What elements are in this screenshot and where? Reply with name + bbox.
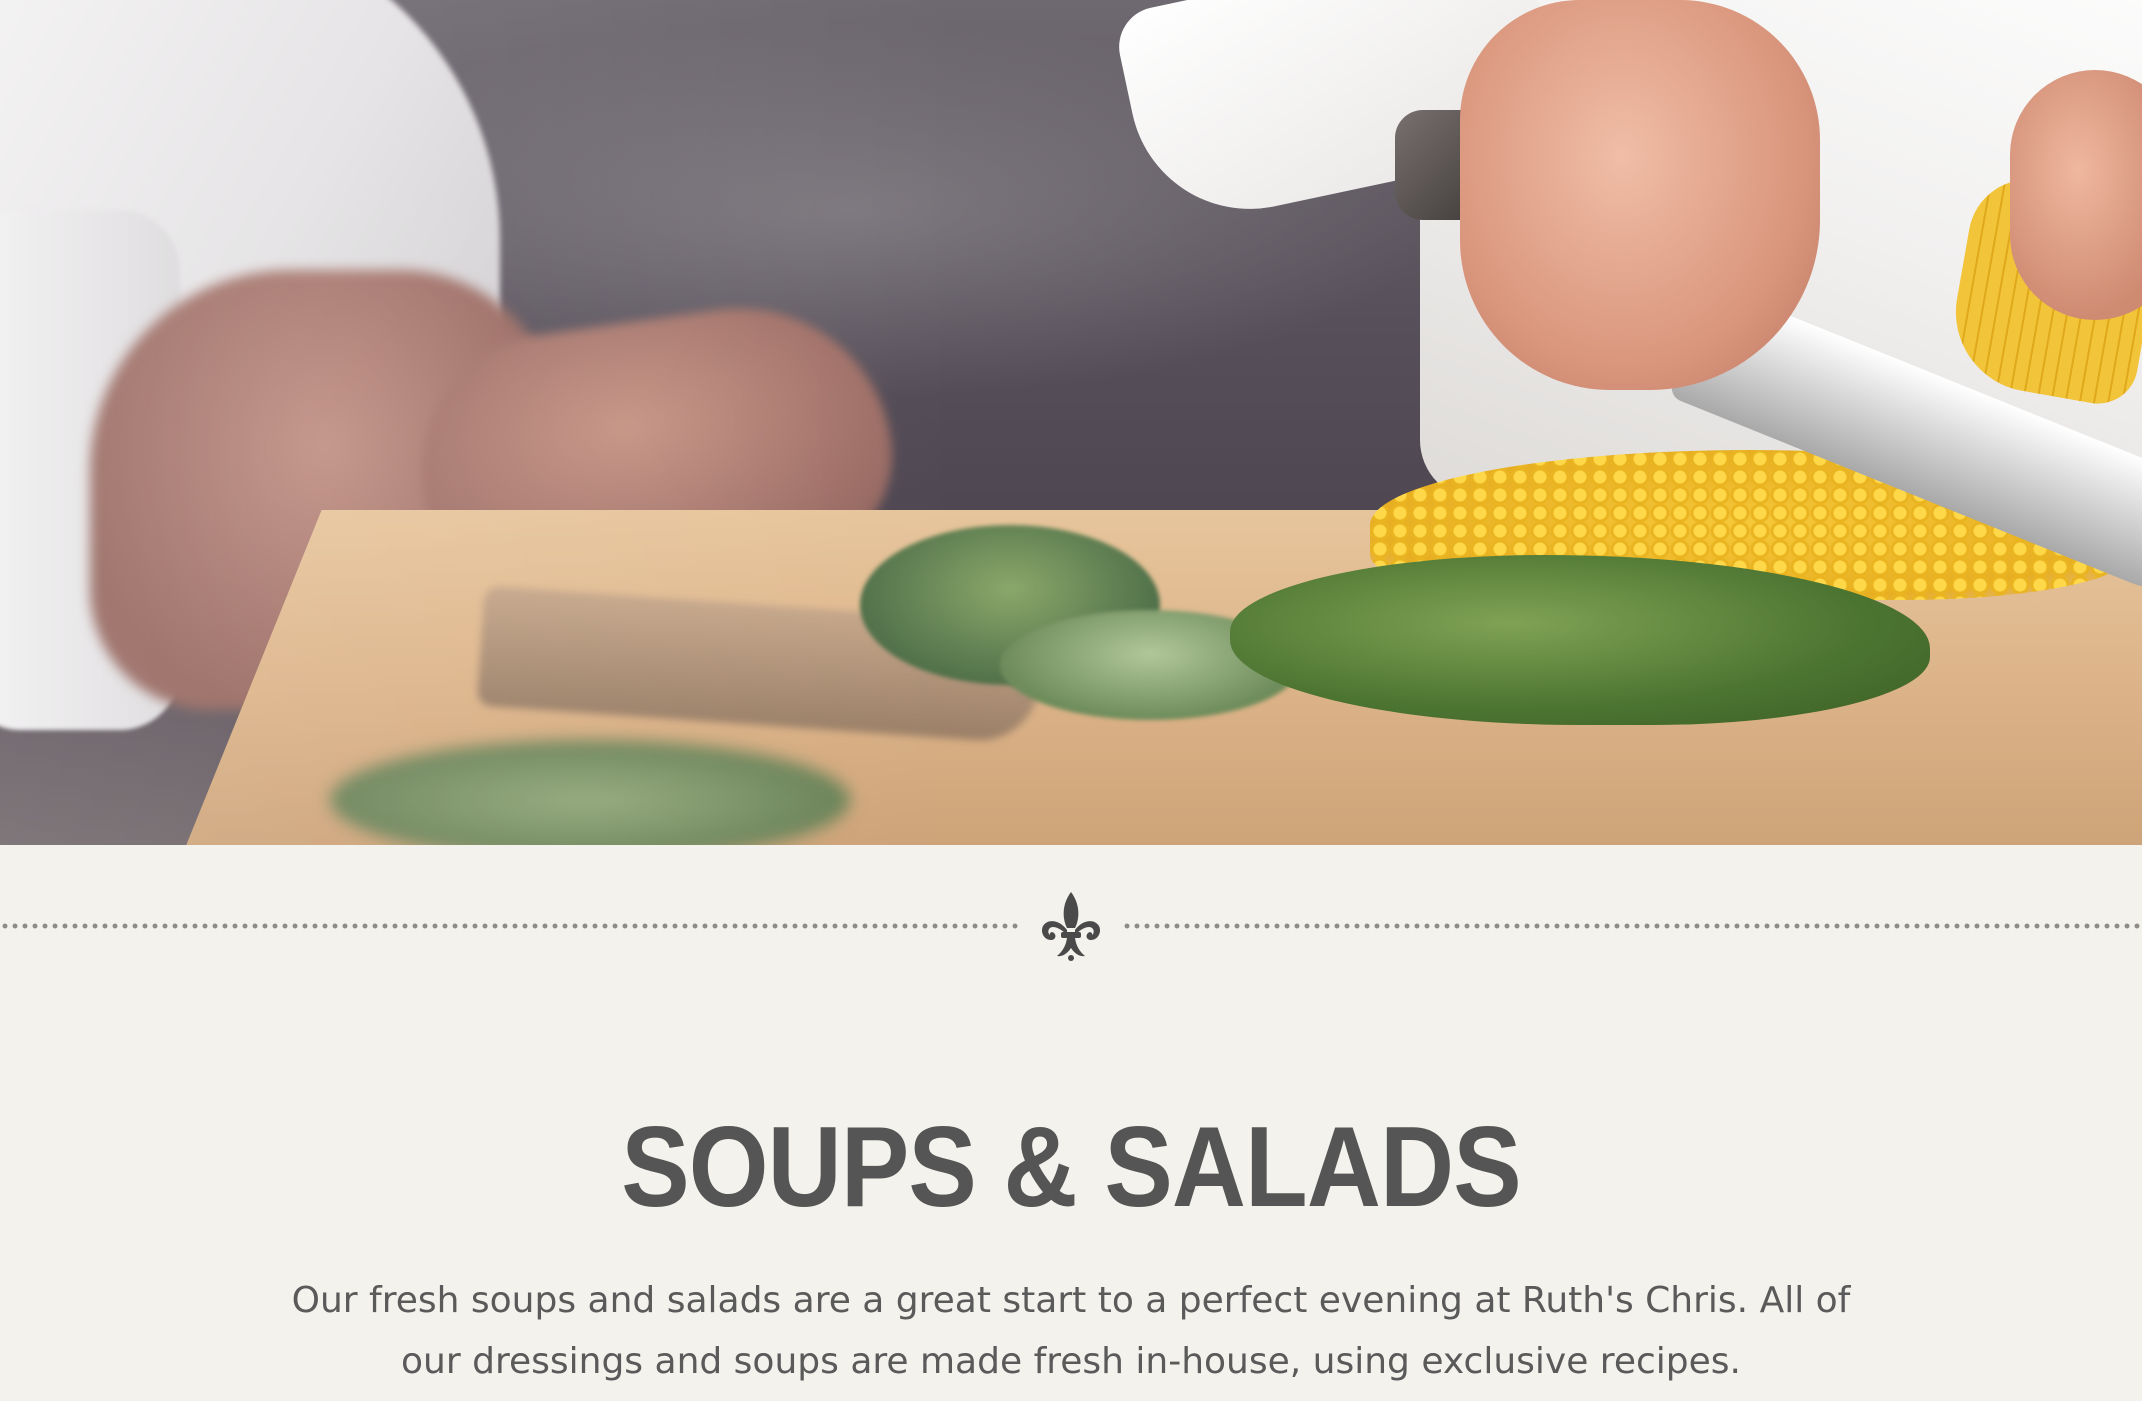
hero-haze [0,0,2142,845]
page: SOUPS & SALADS Our fresh soups and salad… [0,0,2142,1401]
divider-dots-right [1122,923,2142,929]
section-description: Our fresh soups and salads are a great s… [291,1280,1851,1382]
hero-photo [0,0,2142,845]
section-title: SOUPS & SALADS [621,1104,1521,1231]
fleur-de-lis-icon [1041,892,1101,961]
divider-dots-left [0,923,1018,929]
section-divider [0,890,2142,962]
